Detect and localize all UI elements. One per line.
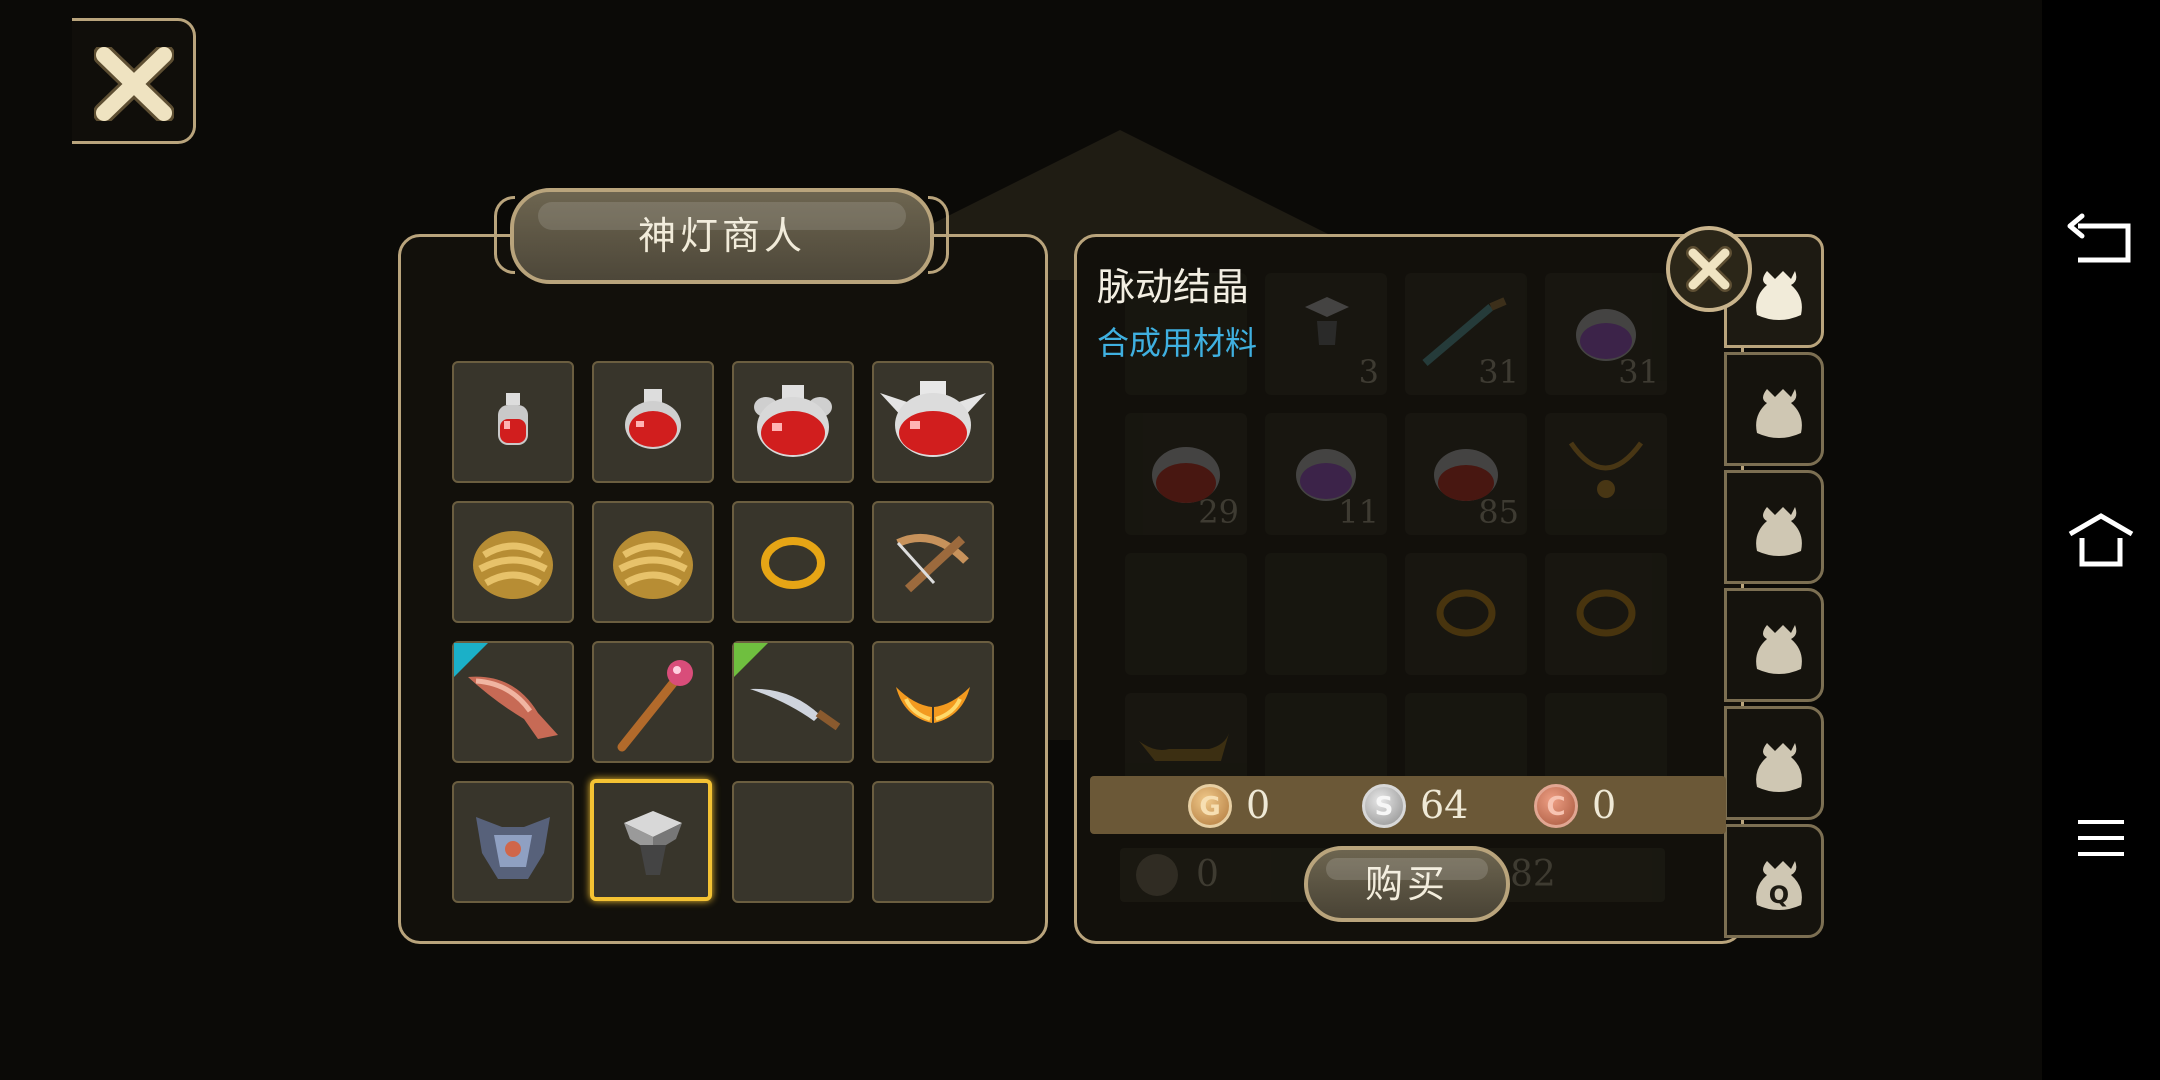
shop-slot-pulse-crystal[interactable] [590, 779, 712, 901]
inventory-slot[interactable] [1545, 413, 1667, 535]
item-name: 脉动结晶 [1097, 265, 1250, 309]
curved-sword-icon [750, 688, 841, 731]
gold-ore-icon [613, 531, 693, 599]
crimson-blade-icon [468, 676, 558, 739]
shop-slot-curved-sword[interactable] [732, 641, 854, 763]
back-icon[interactable] [2064, 208, 2138, 282]
detail-close-button[interactable] [1666, 226, 1752, 312]
shop-slot-gold-ring[interactable] [732, 501, 854, 623]
shop-slot-empty[interactable] [872, 781, 994, 903]
owned-gold: 0 [1196, 854, 1219, 895]
shop-slot-small-red-potion[interactable] [452, 361, 574, 483]
price-copper: 0 [1592, 783, 1617, 827]
bag-tab-4[interactable] [1724, 588, 1824, 702]
shop-title: 神灯商人 [510, 188, 934, 284]
inventory-slot[interactable] [1265, 553, 1387, 675]
gold-ring-icon [1576, 589, 1636, 637]
bag-icon [1756, 271, 1802, 320]
shop-slot-large-red-potion[interactable] [732, 361, 854, 483]
shop-slot-crossbow[interactable] [872, 501, 994, 623]
crossbow-icon [896, 533, 969, 593]
gold-necklace-icon [1568, 441, 1644, 498]
shop-slot-gold-ore-1[interactable] [452, 501, 574, 623]
gold-ore-icon [473, 531, 553, 599]
item-type: 合成用材料 [1097, 324, 1258, 362]
quest-bag-icon: Q [1756, 861, 1802, 910]
inventory-slot[interactable] [1125, 553, 1247, 675]
navigation-bar [2042, 0, 2160, 1080]
bag-tab-3[interactable] [1724, 470, 1824, 584]
inventory-slot[interactable]: 11 [1265, 413, 1387, 535]
gold-ring-icon [1436, 589, 1496, 637]
small-red-potion-icon [498, 393, 528, 445]
medium-red-potion-icon [625, 389, 681, 449]
bag-icon [1756, 625, 1802, 674]
gold-ring-icon [761, 537, 825, 589]
gold-coin-icon: G [1188, 784, 1232, 828]
item-count: 31 [1618, 353, 1659, 391]
shop-slot-gold-ore-2[interactable] [592, 501, 714, 623]
close-icon [1686, 246, 1732, 292]
inventory-slot[interactable]: 31 [1545, 273, 1667, 395]
shop-slot-crimson-blade[interactable] [452, 641, 574, 763]
quest-bag-tab[interactable]: Q [1724, 824, 1824, 938]
price-silver: 64 [1420, 783, 1469, 827]
inventory-slot[interactable]: 3 [1265, 273, 1387, 395]
item-count: 29 [1198, 493, 1239, 531]
tab-q-label: Q [1769, 881, 1789, 909]
bag-icon [1756, 507, 1802, 556]
shop-slot-dark-armor[interactable] [452, 781, 574, 903]
shop-slot-ruby-staff[interactable] [592, 641, 714, 763]
bag-tab-5[interactable] [1724, 706, 1824, 820]
item-count: 3 [1358, 353, 1379, 391]
owned-copper: 82 [1510, 854, 1556, 895]
silver-coin-icon: S [1362, 784, 1406, 828]
flame-wings-icon [896, 687, 970, 723]
shop-slot-medium-red-potion[interactable] [592, 361, 714, 483]
shop-slot-empty[interactable] [732, 781, 854, 903]
price-bar: G 0 S 64 C 0 [1090, 776, 1726, 834]
gold-coin-icon [1136, 854, 1178, 896]
shop-slot-flame-wings[interactable] [872, 641, 994, 763]
home-icon[interactable] [2064, 504, 2138, 578]
inventory-slot[interactable] [1405, 553, 1527, 675]
price-gold: 0 [1246, 783, 1271, 827]
dark-armor-icon [476, 817, 550, 879]
ruby-staff-icon [617, 660, 693, 752]
item-count: 11 [1338, 493, 1379, 531]
inventory-slot[interactable]: 29 [1125, 413, 1247, 535]
bag-icon [1756, 389, 1802, 438]
buy-button[interactable]: 购买 [1304, 846, 1510, 922]
item-count: 31 [1478, 353, 1519, 391]
shop-slot-winged-red-potion[interactable] [872, 361, 994, 483]
bag-icon [1756, 743, 1802, 792]
bag-tab-2[interactable] [1724, 352, 1824, 466]
inventory-slot[interactable]: 31 [1405, 273, 1527, 395]
copper-coin-icon: C [1534, 784, 1578, 828]
pulse-crystal-icon [624, 811, 682, 875]
menu-icon[interactable] [2064, 800, 2138, 874]
inventory-slot[interactable]: 85 [1405, 413, 1527, 535]
winged-red-potion-icon [880, 381, 986, 457]
item-count: 85 [1478, 493, 1519, 531]
close-icon [94, 47, 174, 121]
close-button[interactable] [72, 18, 196, 144]
inventory-slot[interactable] [1545, 553, 1667, 675]
large-red-potion-icon [754, 385, 832, 457]
